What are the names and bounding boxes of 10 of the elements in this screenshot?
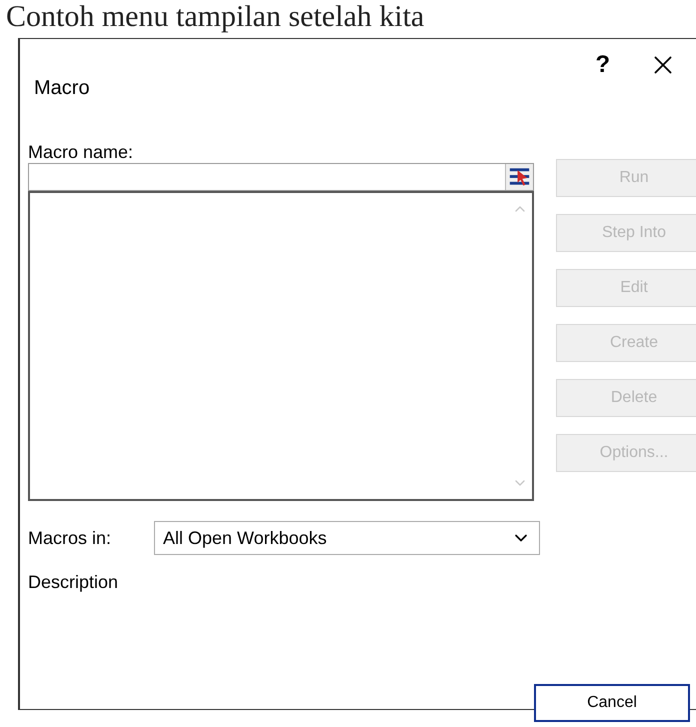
macros-in-label: Macros in: <box>28 528 112 548</box>
window-title: Macro <box>34 76 90 101</box>
dialog-button[interactable]: Cancel <box>534 684 690 722</box>
help-button[interactable]: ? <box>595 47 610 83</box>
table-cursor-icon[interactable] <box>505 164 533 190</box>
macro-name-label: Macro name: <box>28 142 134 162</box>
caption-text: Contoh menu tampilan setelah kita <box>5 0 426 34</box>
macros-in-dropdown[interactable]: All Open Workbooks <box>154 521 540 555</box>
macro-name-field[interactable] <box>28 163 534 191</box>
description-label: Description <box>27 571 120 594</box>
